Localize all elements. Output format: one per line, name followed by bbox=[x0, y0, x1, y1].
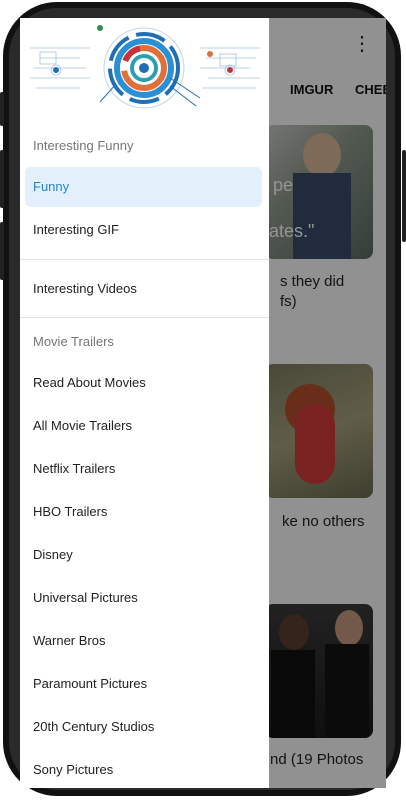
phone-power-button bbox=[402, 150, 406, 242]
section-movie-trailers: Movie Trailers bbox=[33, 334, 114, 349]
drawer-item-interesting-videos[interactable]: Interesting Videos bbox=[25, 269, 262, 309]
drawer-item-interesting-gif[interactable]: Interesting GIF bbox=[25, 210, 262, 250]
drawer-item-read-about-movies[interactable]: Read About Movies bbox=[25, 363, 262, 403]
divider bbox=[20, 259, 269, 260]
drawer-item-funny[interactable]: Funny bbox=[25, 167, 262, 207]
section-interesting-funny: Interesting Funny bbox=[33, 138, 134, 153]
screen: ⋮ IMGUR CHEE pe ates." s they did fs) ke… bbox=[20, 18, 386, 788]
drawer-item-universal-pictures[interactable]: Universal Pictures bbox=[25, 578, 262, 618]
phone-side-button bbox=[0, 222, 4, 280]
phone-side-button bbox=[0, 150, 4, 208]
drawer-item-paramount-pictures[interactable]: Paramount Pictures bbox=[25, 664, 262, 704]
drawer-item-20th-century-studios[interactable]: 20th Century Studios bbox=[25, 707, 262, 747]
divider bbox=[20, 317, 269, 318]
tech-logo-icon bbox=[30, 25, 260, 109]
drawer-item-sony-pictures[interactable]: Sony Pictures bbox=[25, 750, 262, 788]
drawer-item-warner-bros[interactable]: Warner Bros bbox=[25, 621, 262, 661]
drawer-header-logo bbox=[20, 18, 269, 118]
drawer-item-all-movie-trailers[interactable]: All Movie Trailers bbox=[25, 406, 262, 446]
phone-side-button bbox=[0, 92, 4, 126]
drawer-item-netflix-trailers[interactable]: Netflix Trailers bbox=[25, 449, 262, 489]
drawer-item-disney[interactable]: Disney bbox=[25, 535, 262, 575]
drawer-item-hbo-trailers[interactable]: HBO Trailers bbox=[25, 492, 262, 532]
navigation-drawer: Interesting Funny Funny Interesting GIF … bbox=[20, 18, 269, 788]
